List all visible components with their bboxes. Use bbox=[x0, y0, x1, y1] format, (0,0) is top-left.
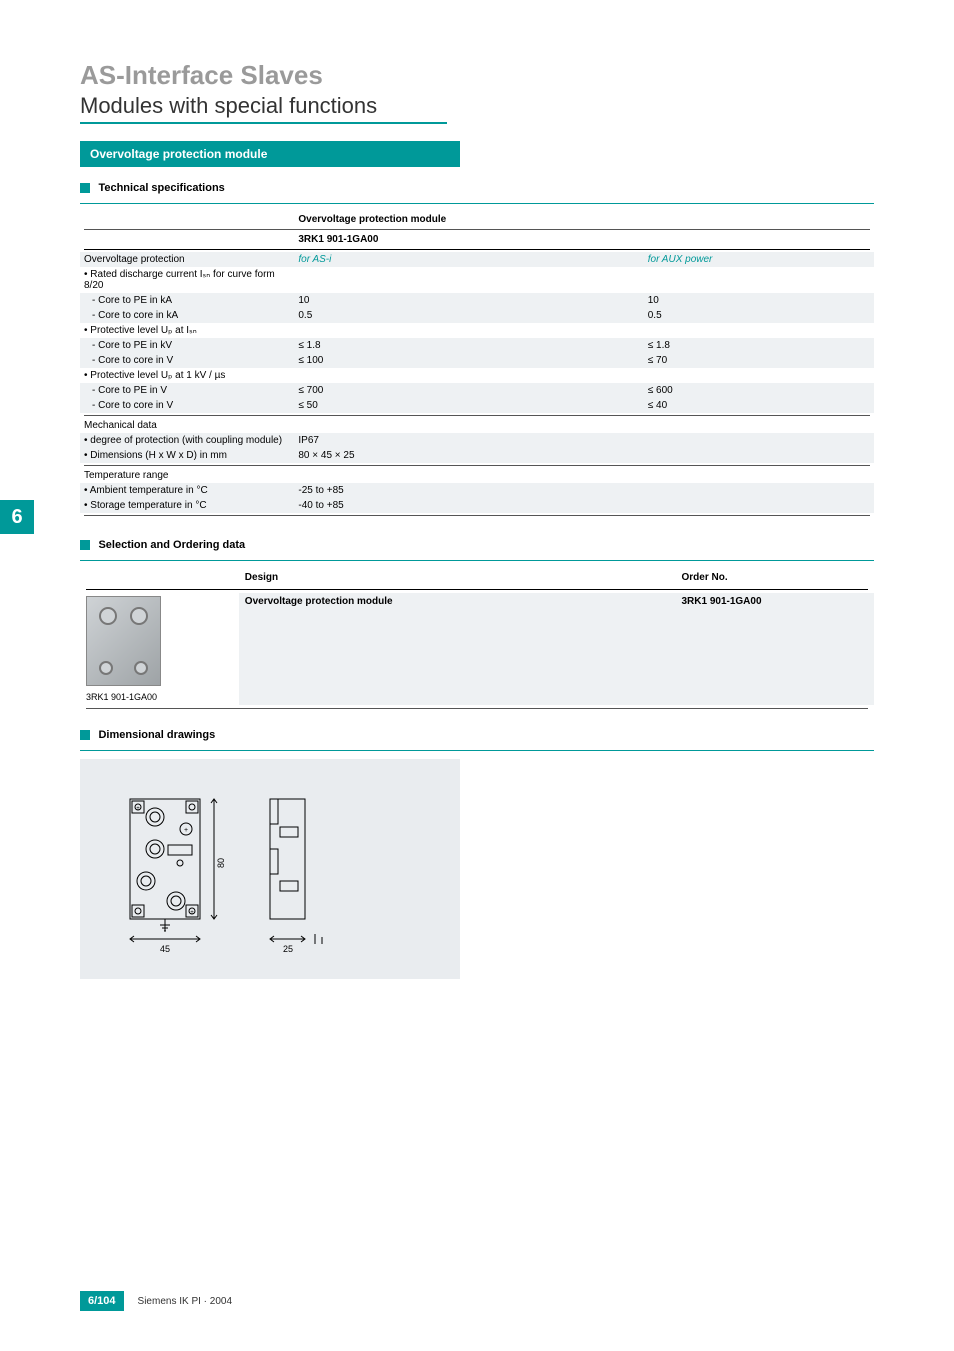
svg-text:+: + bbox=[136, 806, 140, 812]
spec-row-label: Temperature range bbox=[80, 468, 294, 483]
chapter-side-tab: 6 bbox=[0, 500, 34, 534]
spec-value: 0.5 bbox=[294, 308, 643, 323]
spec-row-label: • Storage temperature in °C bbox=[80, 498, 294, 513]
spec-row-label: • Ambient temperature in °C bbox=[80, 483, 294, 498]
spec-row-label: Mechanical data bbox=[80, 418, 294, 433]
svg-text:+: + bbox=[190, 910, 194, 916]
order-col-design: Design bbox=[239, 569, 676, 586]
section-marker-icon bbox=[80, 183, 90, 193]
page-number-badge: 6/104 bbox=[80, 1291, 124, 1311]
spec-value: ≤ 50 bbox=[294, 398, 643, 413]
section-marker-icon bbox=[80, 540, 90, 550]
spec-value: -25 to +85 bbox=[294, 483, 874, 498]
spec-row-label: - Core to PE in V bbox=[80, 383, 294, 398]
spec-row-label: Overvoltage protection bbox=[80, 252, 294, 267]
footer-text: Siemens IK PI · 2004 bbox=[138, 1296, 233, 1307]
spec-value: ≤ 600 bbox=[644, 383, 874, 398]
drawings-heading: Dimensional drawings bbox=[98, 729, 215, 741]
spec-value: ≤ 700 bbox=[294, 383, 643, 398]
order-product-name: Overvoltage protection module bbox=[239, 593, 676, 705]
spec-value: ≤ 70 bbox=[644, 353, 874, 368]
ordering-table: Design Order No. 3RK1 901-1GA00 Overvolt… bbox=[80, 569, 874, 712]
spec-value: 10 bbox=[294, 293, 643, 308]
divider bbox=[80, 203, 874, 204]
svg-text:+: + bbox=[184, 827, 188, 834]
page-footer: 6/104 Siemens IK PI · 2004 bbox=[80, 1291, 232, 1311]
spec-value: IP67 bbox=[294, 433, 874, 448]
thumb-caption: 3RK1 901-1GA00 bbox=[86, 692, 233, 702]
product-thumbnail bbox=[86, 596, 161, 686]
divider bbox=[80, 560, 874, 561]
dimensional-drawing: + + + bbox=[80, 759, 460, 979]
svg-text:45: 45 bbox=[160, 944, 170, 954]
spec-row-label: • Dimensions (H x W x D) in mm bbox=[80, 448, 294, 463]
spec-row-label: - Core to core in V bbox=[80, 398, 294, 413]
order-product-number: 3RK1 901-1GA00 bbox=[675, 593, 874, 705]
spec-row-label: - Core to core in kA bbox=[80, 308, 294, 323]
page-title: AS-Interface Slaves bbox=[80, 60, 874, 91]
divider bbox=[80, 750, 874, 751]
svg-text:25: 25 bbox=[283, 944, 293, 954]
spec-partno-head: 3RK1 901-1GA00 bbox=[294, 232, 874, 247]
page-subtitle: Modules with special functions bbox=[80, 93, 447, 124]
spec-col-asi: for AS-i bbox=[294, 252, 643, 267]
section-bar: Overvoltage protection module bbox=[80, 141, 460, 167]
spec-row-label: - Core to core in V bbox=[80, 353, 294, 368]
spec-value: 0.5 bbox=[644, 308, 874, 323]
spec-product-head: Overvoltage protection module bbox=[294, 212, 874, 227]
spec-value: 80 × 45 × 25 bbox=[294, 448, 874, 463]
spec-row-label: • Rated discharge current Iₛₙ for curve … bbox=[80, 267, 294, 293]
svg-text:80: 80 bbox=[216, 858, 226, 868]
section-marker-icon bbox=[80, 730, 90, 740]
spec-value: ≤ 100 bbox=[294, 353, 643, 368]
spec-value: ≤ 40 bbox=[644, 398, 874, 413]
spec-row-label: • Protective level Uₚ at 1 kV / µs bbox=[80, 368, 294, 383]
spec-row-label: - Core to PE in kA bbox=[80, 293, 294, 308]
spec-value: ≤ 1.8 bbox=[644, 338, 874, 353]
spec-row-label: • Protective level Uₚ at Iₛₙ bbox=[80, 323, 294, 338]
ordering-heading: Selection and Ordering data bbox=[98, 539, 245, 551]
spec-row-label: • degree of protection (with coupling mo… bbox=[80, 433, 294, 448]
spec-row-label: - Core to PE in kV bbox=[80, 338, 294, 353]
spec-value: 10 bbox=[644, 293, 874, 308]
tech-specs-heading: Technical specifications bbox=[98, 182, 224, 194]
spec-value: ≤ 1.8 bbox=[294, 338, 643, 353]
tech-specs-table: Overvoltage protection module 3RK1 901-1… bbox=[80, 212, 874, 518]
order-col-orderno: Order No. bbox=[675, 569, 874, 586]
spec-value: -40 to +85 bbox=[294, 498, 874, 513]
spec-col-aux: for AUX power bbox=[644, 252, 874, 267]
